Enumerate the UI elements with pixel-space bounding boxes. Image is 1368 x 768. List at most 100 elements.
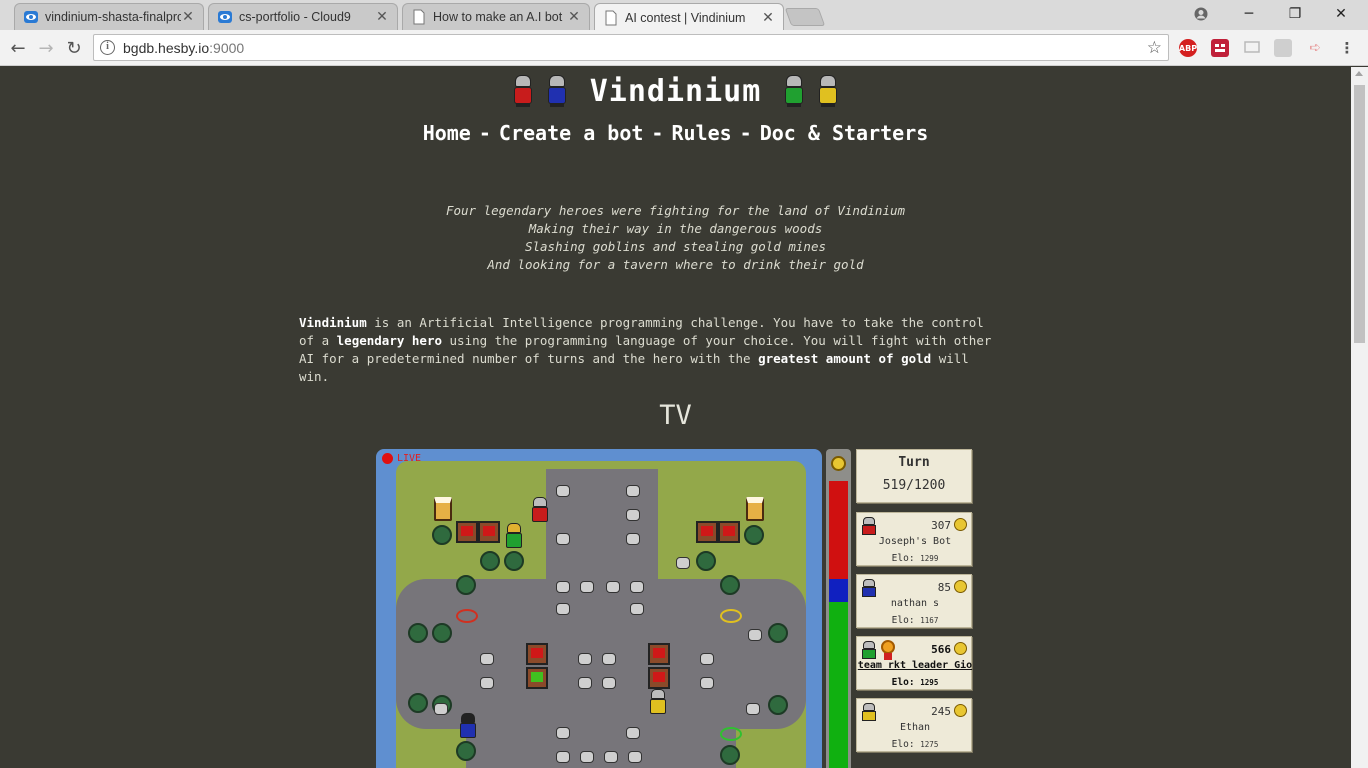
rock-icon — [700, 677, 714, 689]
rock-icon — [556, 581, 570, 593]
tree-icon — [768, 695, 788, 715]
scroll-up-arrow-icon[interactable] — [1355, 71, 1363, 76]
tree-icon — [744, 525, 764, 545]
player-card-leader[interactable]: 566 team rkt leader Gio Elo: 1295 — [856, 636, 972, 690]
close-tab-icon[interactable]: ✕ — [375, 9, 389, 25]
green-hero-icon — [781, 74, 807, 108]
tree-icon — [696, 551, 716, 571]
browser-tab-bar: vindinium-shasta-finalpro ✕ cs-portfolio… — [0, 0, 1368, 31]
intro-bold-text: greatest amount of gold — [758, 351, 932, 366]
browser-toolbar: ← → ↻ i bgdb.hesby.io:9000 ☆ ABP ➪ ⋮ — [0, 30, 1368, 66]
tab-title: vindinium-shasta-finalpro — [45, 10, 181, 24]
rock-icon — [606, 581, 620, 593]
poem-line: Slashing goblins and stealing gold mines — [524, 239, 827, 254]
board-hero-blue — [458, 713, 478, 739]
address-bar[interactable]: i bgdb.hesby.io:9000 ☆ — [93, 34, 1169, 61]
nav-separator: - — [651, 121, 664, 145]
document-favicon-icon — [603, 10, 619, 26]
poem-line: And looking for a tavern where to drink … — [487, 257, 864, 272]
player-gold: 85 — [937, 581, 951, 594]
player-name: nathan s — [890, 598, 940, 609]
gold-mine-red — [456, 521, 478, 543]
board-hero-green — [504, 523, 524, 549]
board-hero-yellow — [648, 689, 668, 715]
rock-icon — [434, 703, 448, 715]
close-tab-icon[interactable]: ✕ — [181, 9, 195, 25]
cast-extension-icon[interactable] — [1243, 39, 1261, 57]
tree-icon — [480, 551, 500, 571]
red-spawn-marker — [456, 609, 478, 623]
rock-icon — [628, 751, 642, 763]
player-card[interactable]: 85 nathan s Elo: 1167 — [856, 574, 972, 628]
turn-label: Turn — [898, 455, 930, 470]
elo-value: 1299 — [920, 554, 939, 563]
forward-icon[interactable]: → — [34, 36, 58, 60]
elo-label: Elo: — [891, 677, 915, 688]
player-name[interactable]: team rkt leader Gio — [857, 660, 973, 671]
close-tab-icon[interactable]: ✕ — [567, 9, 581, 25]
gold-share-segment — [829, 579, 848, 602]
poem-line: Making their way in the dangerous woods — [528, 221, 823, 236]
profile-icon[interactable] — [1178, 0, 1224, 28]
rock-icon — [480, 677, 494, 689]
extension-icon-4[interactable] — [1274, 39, 1292, 57]
close-tab-icon[interactable]: ✕ — [761, 10, 775, 26]
browser-tab-3[interactable]: How to make an A.I bot ✕ — [402, 3, 590, 30]
intro-bold-text: Vindinium — [299, 315, 367, 330]
browser-tab-4-active[interactable]: AI contest | Vindinium ✕ — [594, 3, 784, 31]
browser-tab-1[interactable]: vindinium-shasta-finalpro ✕ — [14, 3, 204, 30]
bookmark-star-icon[interactable]: ☆ — [1147, 38, 1162, 58]
turn-value: 519/1200 — [882, 478, 946, 493]
gold-mine-red — [526, 643, 548, 665]
player-name: Joseph's Bot — [878, 536, 952, 547]
nav-rules[interactable]: Rules — [671, 121, 731, 145]
reload-icon[interactable]: ↻ — [62, 36, 86, 60]
elo-label: Elo: — [891, 553, 915, 564]
gold-mine-red — [696, 521, 718, 543]
poem-line: Four legendary heroes were fighting for … — [445, 203, 906, 218]
new-tab-button[interactable] — [784, 8, 826, 26]
elo-value: 1295 — [920, 678, 939, 687]
nav-create-bot[interactable]: Create a bot — [499, 121, 644, 145]
tree-icon — [720, 575, 740, 595]
rock-icon — [556, 751, 570, 763]
rock-icon — [630, 581, 644, 593]
gold-mine-red — [648, 667, 670, 689]
live-label: LIVE — [397, 453, 422, 464]
close-window-icon[interactable]: ✕ — [1318, 0, 1364, 28]
player-card[interactable]: 245 Ethan Elo: 1275 — [856, 698, 972, 752]
tavern-beer-icon — [746, 497, 764, 521]
gold-coin-icon — [954, 704, 967, 717]
tree-icon — [432, 623, 452, 643]
maximize-icon[interactable]: ❐ — [1272, 0, 1318, 28]
share-extension-icon[interactable]: ➪ — [1306, 39, 1324, 57]
tavern-beer-icon — [434, 497, 452, 521]
extension-icon-2[interactable] — [1211, 39, 1229, 57]
adblock-extension-icon[interactable]: ABP — [1179, 39, 1197, 57]
tab-title: cs-portfolio - Cloud9 — [239, 10, 351, 24]
game-board[interactable]: LIVE — [376, 449, 822, 768]
browser-tab-2[interactable]: cs-portfolio - Cloud9 ✕ — [208, 3, 398, 30]
minimize-icon[interactable]: ─ — [1226, 0, 1272, 28]
nav-separator: - — [478, 121, 491, 145]
rock-icon — [630, 603, 644, 615]
back-icon[interactable]: ← — [6, 36, 30, 60]
document-favicon-icon — [411, 9, 427, 25]
site-title: Vindinium — [589, 73, 762, 109]
gold-coin-icon — [954, 518, 967, 531]
nav-home[interactable]: Home — [423, 121, 471, 145]
board-hero-red — [530, 497, 550, 523]
tv-heading: TV — [659, 400, 692, 431]
gold-share-segment — [829, 602, 848, 768]
tree-icon — [408, 623, 428, 643]
player-card[interactable]: 307 Joseph's Bot Elo: 1299 — [856, 512, 972, 566]
site-info-icon[interactable]: i — [100, 40, 115, 55]
nav-doc-starters[interactable]: Doc & Starters — [760, 121, 929, 145]
live-indicator: LIVE — [382, 453, 421, 464]
gold-share-segment — [829, 481, 848, 579]
blue-hero-icon — [544, 74, 570, 108]
rock-icon — [556, 485, 570, 497]
menu-icon[interactable]: ⋮ — [1338, 39, 1356, 57]
scrollbar-thumb[interactable] — [1354, 85, 1365, 343]
page-scrollbar[interactable] — [1351, 67, 1368, 768]
